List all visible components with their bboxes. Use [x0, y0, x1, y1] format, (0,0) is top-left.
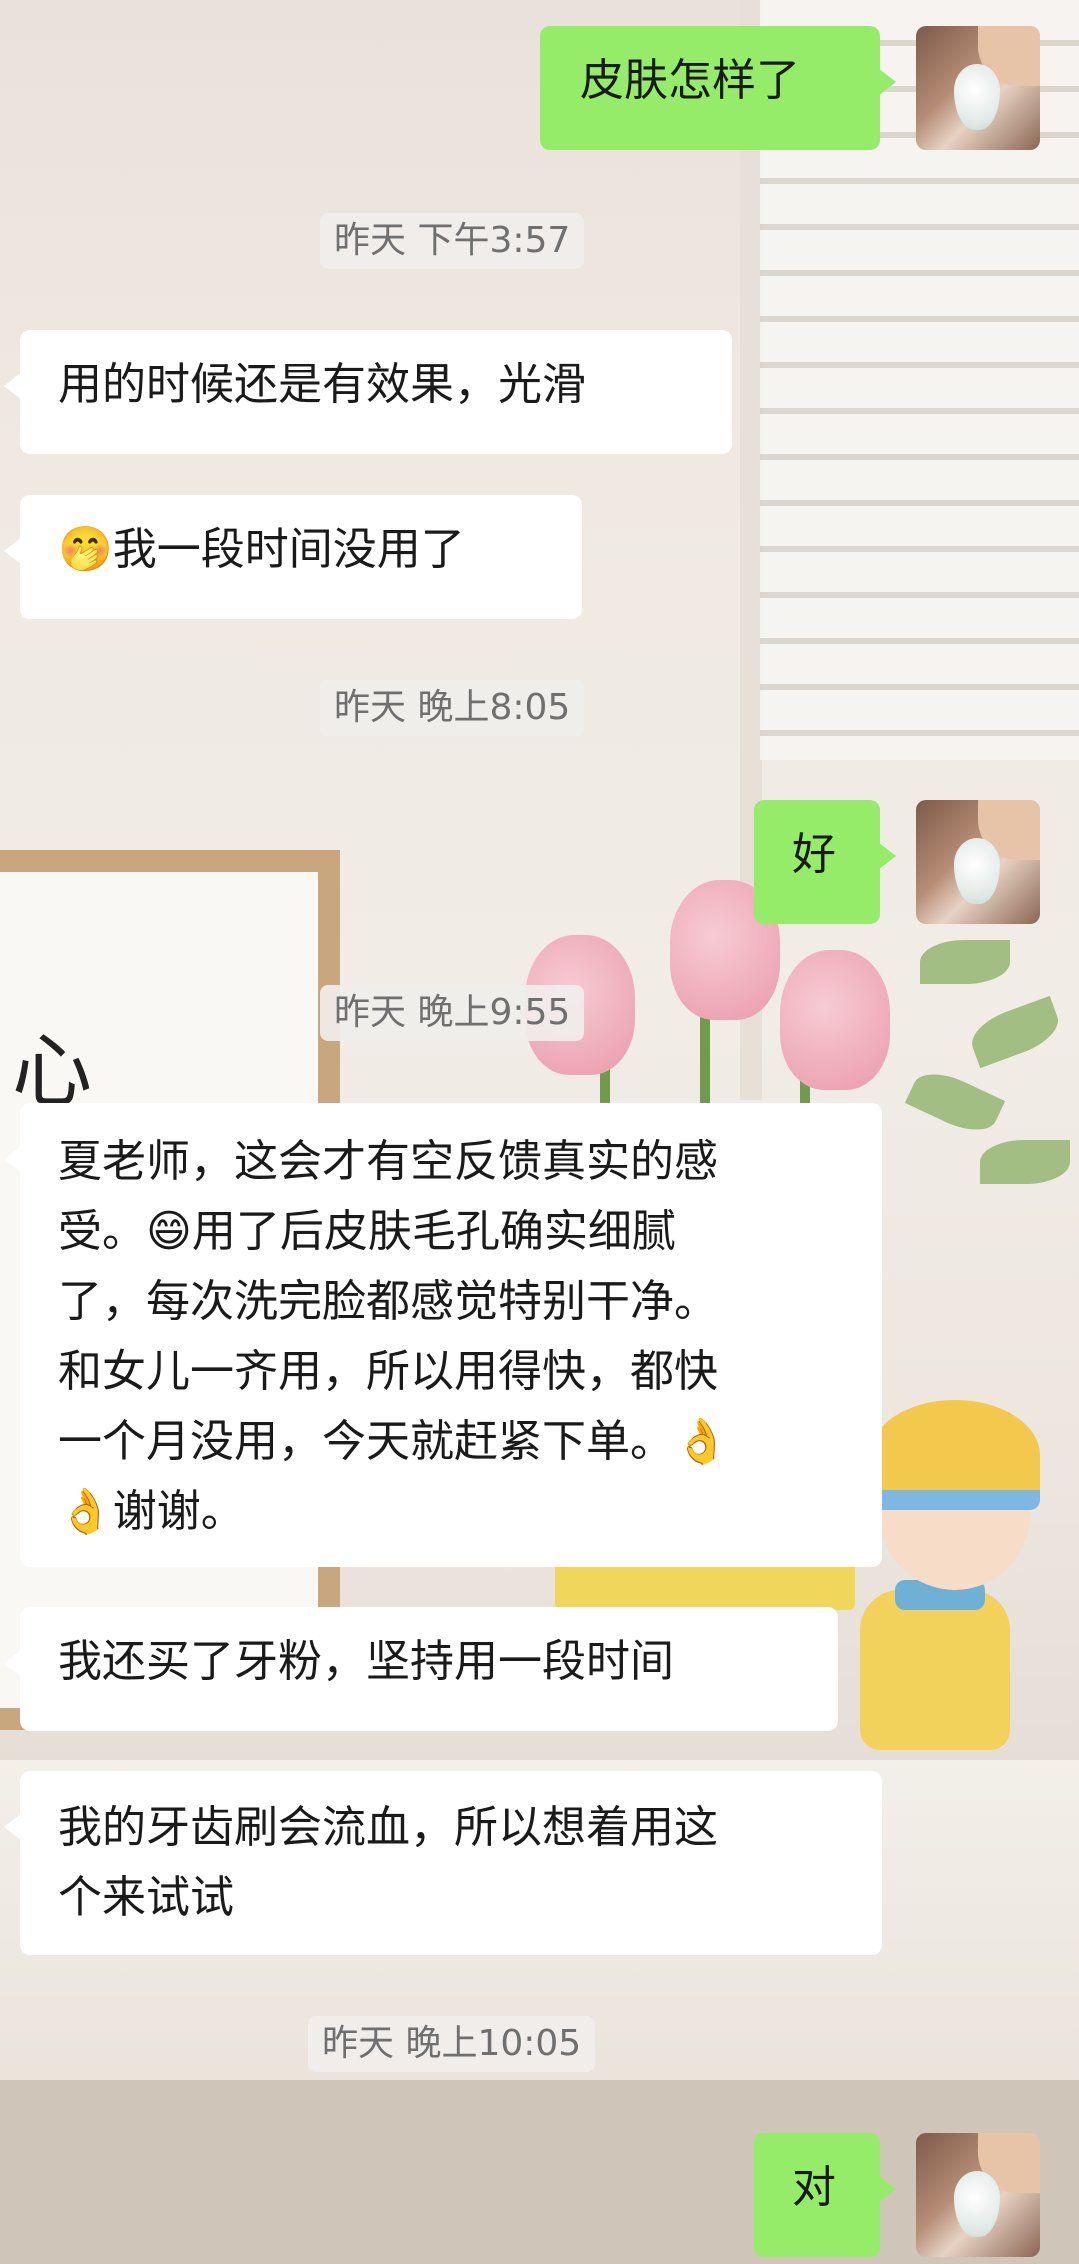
timestamp: 昨天 晚上9:55	[320, 985, 585, 1041]
message-line: 了，每次洗完脸都感觉特别干净。	[58, 1276, 718, 1327]
pendant-image	[954, 2171, 1000, 2237]
pendant-image	[954, 838, 1000, 904]
message-line: 受。😄用了后皮肤毛孔确实细腻	[58, 1206, 676, 1257]
message-line: 和女儿一齐用，所以用得快，都快	[58, 1346, 718, 1397]
incoming-message-bubble[interactable]: 用的时候还是有效果，光滑	[4, 330, 732, 454]
timestamp: 昨天 晚上8:05	[320, 680, 585, 736]
timestamp: 昨天 下午3:57	[320, 213, 585, 269]
message-text: 好	[792, 829, 836, 880]
outgoing-message-bubble[interactable]: 好	[754, 800, 896, 924]
outgoing-message-bubble[interactable]: 对	[754, 2133, 896, 2257]
doll-body	[860, 1590, 1010, 1750]
incoming-message-bubble[interactable]: 夏老师，这会才有空反馈真实的感 受。😄用了后皮肤毛孔确实细腻 了，每次洗完脸都感…	[4, 1103, 882, 1567]
plant	[900, 900, 1079, 1260]
my-avatar[interactable]	[916, 800, 1040, 924]
message-line: 👌谢谢。	[58, 1486, 245, 1537]
message-text: 我还买了牙粉，坚持用一段时间	[58, 1636, 674, 1687]
message-line: 一个月没用，今天就赶紧下单。👌	[58, 1416, 729, 1467]
thinking-face-emoji-icon: 🤭	[58, 524, 113, 575]
message-text: 我一段时间没用了	[112, 524, 465, 575]
outgoing-message-bubble[interactable]: 皮肤怎样了	[540, 26, 896, 150]
doll-hat	[870, 1400, 1040, 1510]
incoming-message-bubble[interactable]: 我还买了牙粉，坚持用一段时间	[4, 1607, 838, 1731]
my-avatar[interactable]	[916, 26, 1040, 150]
my-avatar[interactable]	[916, 2133, 1040, 2257]
message-text: 皮肤怎样了	[580, 55, 800, 106]
timestamp: 昨天 晚上10:05	[308, 2016, 596, 2072]
message-line: 夏老师，这会才有空反馈真实的感	[58, 1136, 718, 1187]
incoming-message-bubble[interactable]: 我的牙齿刷会流血，所以想着用这 个来试试	[4, 1771, 882, 1955]
tulip-flower	[780, 950, 890, 1090]
incoming-message-bubble[interactable]: 🤭我一段时间没用了	[4, 495, 582, 619]
message-line: 我的牙齿刷会流血，所以想着用这	[58, 1802, 718, 1853]
message-text: 用的时候还是有效果，光滑	[58, 359, 586, 410]
pendant-image	[954, 64, 1000, 130]
message-line: 个来试试	[58, 1872, 234, 1923]
message-text: 对	[792, 2162, 836, 2213]
